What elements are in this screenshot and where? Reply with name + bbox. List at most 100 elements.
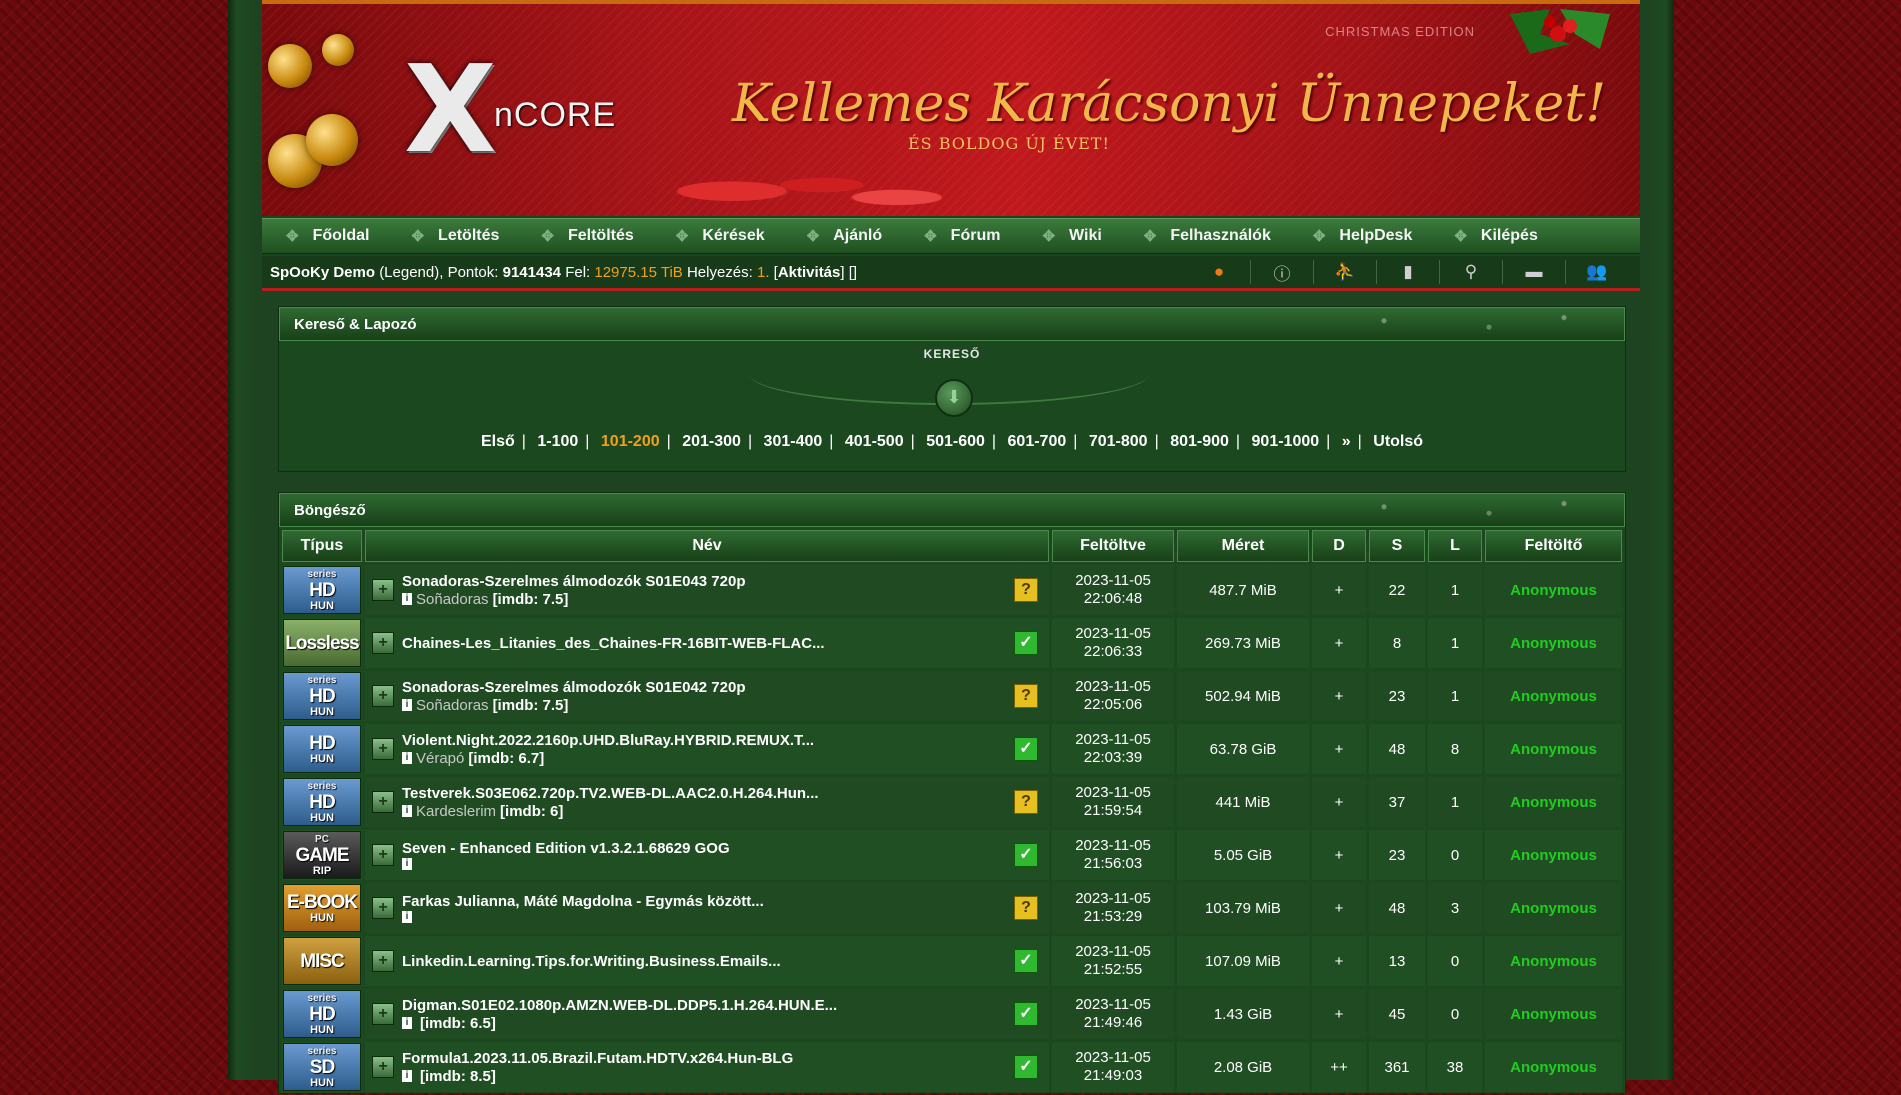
torrent-title[interactable]: Linkedin.Learning.Tips.for.Writing.Busin… [402, 953, 1014, 970]
page-601-700[interactable]: 601-700 [1008, 433, 1067, 450]
page-1-100[interactable]: 1-100 [537, 433, 578, 450]
uploader-cell[interactable]: Anonymous [1485, 989, 1622, 1039]
col-header-d[interactable]: D [1312, 530, 1366, 562]
page-101-200-active[interactable]: 101-200 [601, 433, 660, 450]
ticket-icon[interactable]: ▬ [1502, 260, 1565, 284]
torrent-title[interactable]: Seven - Enhanced Edition v1.3.2.1.68629 … [402, 840, 1014, 857]
uploader-cell[interactable]: Anonymous [1485, 883, 1622, 933]
imdb-rating[interactable]: [imdb: 6.7] [468, 750, 544, 767]
nav-item-fooldal[interactable]: ✥ Főoldal [262, 227, 387, 245]
imdb-rating[interactable]: [imdb: 7.5] [493, 697, 569, 714]
nav-item-ajanlo[interactable]: ✥ Ajánló [783, 227, 900, 245]
username[interactable]: SpOoKy Demo [270, 264, 375, 281]
category-icon[interactable]: series SD HUN [283, 1043, 361, 1091]
nav-item-felhasznalok[interactable]: ✥ Felhasználók [1120, 227, 1289, 245]
torrent-title[interactable]: Formula1.2023.11.05.Brazil.Futam.HDTV.x2… [402, 1050, 1014, 1067]
category-icon[interactable]: Lossless [283, 619, 361, 667]
uploader-cell[interactable]: Anonymous [1485, 830, 1622, 880]
info-icon[interactable]: i [402, 752, 412, 764]
expand-button[interactable]: + [372, 844, 394, 866]
imdb-rating[interactable]: [imdb: 8.5] [420, 1068, 496, 1085]
category-icon[interactable]: PC GAME RIP [283, 831, 361, 879]
bookmark-icon[interactable]: ▮ [1376, 260, 1439, 284]
imdb-rating[interactable]: [imdb: 6] [500, 803, 563, 820]
nav-item-forum[interactable]: ✥ Fórum [900, 227, 1018, 245]
uploader-cell[interactable]: Anonymous [1485, 565, 1622, 615]
col-header-type[interactable]: Típus [282, 530, 362, 562]
category-icon[interactable]: series HD HUN [283, 778, 361, 826]
search-expand-button[interactable]: ⬇ [935, 379, 973, 417]
info-icon[interactable]: i [402, 911, 412, 923]
info-icon[interactable]: i [402, 805, 412, 817]
category-icon[interactable]: series HD HUN [283, 672, 361, 720]
nav-item-letoltes[interactable]: ✥ Letöltés [387, 227, 517, 245]
col-header-s[interactable]: S [1369, 530, 1425, 562]
torrent-title[interactable]: Testverek.S03E062.720p.TV2.WEB-DL.AAC2.0… [402, 785, 1014, 802]
expand-button[interactable]: + [372, 685, 394, 707]
category-icon[interactable]: E-BOOK HUN [283, 884, 361, 932]
page-last[interactable]: Utolsó [1373, 433, 1423, 450]
imdb-rating[interactable]: [imdb: 6.5] [420, 1015, 496, 1032]
expand-button[interactable]: + [372, 791, 394, 813]
page-next[interactable]: » [1342, 433, 1351, 450]
info-icon[interactable]: i [402, 858, 412, 870]
uploader-cell[interactable]: Anonymous [1485, 671, 1622, 721]
expand-button[interactable]: + [372, 897, 394, 919]
category-icon[interactable]: series HD HUN [283, 566, 361, 614]
category-icon[interactable]: series HD HUN [283, 990, 361, 1038]
expand-button[interactable]: + [372, 950, 394, 972]
expand-button[interactable]: + [372, 579, 394, 601]
nav-item-keresek[interactable]: ✥ Kérések [652, 227, 783, 245]
users-icon[interactable]: 👥 [1565, 260, 1628, 284]
torrent-title[interactable]: Sonadoras-Szerelmes álmodozók S01E043 72… [402, 573, 1014, 590]
page-401-500[interactable]: 401-500 [845, 433, 904, 450]
alert-icon[interactable]: ⓘ [1250, 260, 1313, 284]
info-icon[interactable]: i [402, 1017, 412, 1029]
uploader-cell[interactable]: Anonymous [1485, 936, 1622, 986]
search-toggle-label[interactable]: KERESŐ [279, 347, 1625, 361]
info-icon[interactable]: i [402, 593, 412, 605]
info-icon[interactable]: i [402, 699, 412, 711]
page-first[interactable]: Első [481, 433, 515, 450]
expand-button[interactable]: + [372, 738, 394, 760]
uploader-cell[interactable]: Anonymous [1485, 777, 1622, 827]
torrent-title[interactable]: Violent.Night.2022.2160p.UHD.BluRay.HYBR… [402, 732, 1014, 749]
imdb-rating[interactable]: [imdb: 7.5] [493, 591, 569, 608]
page-801-900[interactable]: 801-900 [1170, 433, 1229, 450]
torrent-title[interactable]: Digman.S01E02.1080p.AMZN.WEB-DL.DDP5.1.H… [402, 997, 1014, 1014]
category-icon[interactable]: HD HUN [283, 725, 361, 773]
nav-item-kilepes[interactable]: ✥ Kilépés [1430, 227, 1556, 245]
search-icon[interactable]: ⚲ [1439, 260, 1502, 284]
nav-item-feltoltes[interactable]: ✥ Feltöltés [517, 227, 651, 245]
torrent-title[interactable]: Farkas Julianna, Máté Magdolna - Egymás … [402, 893, 1014, 910]
category-icon[interactable]: MISC [283, 937, 361, 985]
table-row: series HD HUN + Testverek.S03E062.720p.TV2.W… [282, 777, 1622, 827]
col-header-l[interactable]: L [1428, 530, 1482, 562]
pumpkin-icon[interactable]: ● [1188, 260, 1250, 284]
expand-button[interactable]: + [372, 632, 394, 654]
nav-item-helpdesk[interactable]: ✥ HelpDesk [1289, 227, 1431, 245]
seeders-cell: 13 [1369, 936, 1425, 986]
torrent-title[interactable]: Chaines-Les_Litanies_des_Chaines-FR-16BI… [402, 635, 1014, 652]
plus-icon: ✥ [1312, 228, 1326, 245]
run-icon[interactable]: ⛹ [1313, 260, 1376, 284]
page-701-800[interactable]: 701-800 [1089, 433, 1148, 450]
expand-button[interactable]: + [372, 1056, 394, 1078]
nav-item-wiki[interactable]: ✥ Wiki [1018, 227, 1119, 245]
col-header-uploader[interactable]: Feltöltő [1485, 530, 1622, 562]
page-901-1000[interactable]: 901-1000 [1252, 433, 1320, 450]
torrent-title[interactable]: Sonadoras-Szerelmes álmodozók S01E042 72… [402, 679, 1014, 696]
uploader-cell[interactable]: Anonymous [1485, 724, 1622, 774]
col-header-name[interactable]: Név [365, 530, 1049, 562]
uploader-cell[interactable]: Anonymous [1485, 1042, 1622, 1092]
uploader-cell[interactable]: Anonymous [1485, 618, 1622, 668]
page-201-300[interactable]: 201-300 [682, 433, 741, 450]
page-501-600[interactable]: 501-600 [926, 433, 985, 450]
expand-button[interactable]: + [372, 1003, 394, 1025]
info-icon[interactable]: i [402, 1070, 412, 1082]
activation-link[interactable]: Aktivitás [778, 264, 841, 281]
page-301-400[interactable]: 301-400 [764, 433, 823, 450]
ncore-logo[interactable]: X nCORE [404, 51, 684, 171]
col-header-uploaded[interactable]: Feltöltve [1052, 530, 1174, 562]
col-header-size[interactable]: Méret [1177, 530, 1309, 562]
